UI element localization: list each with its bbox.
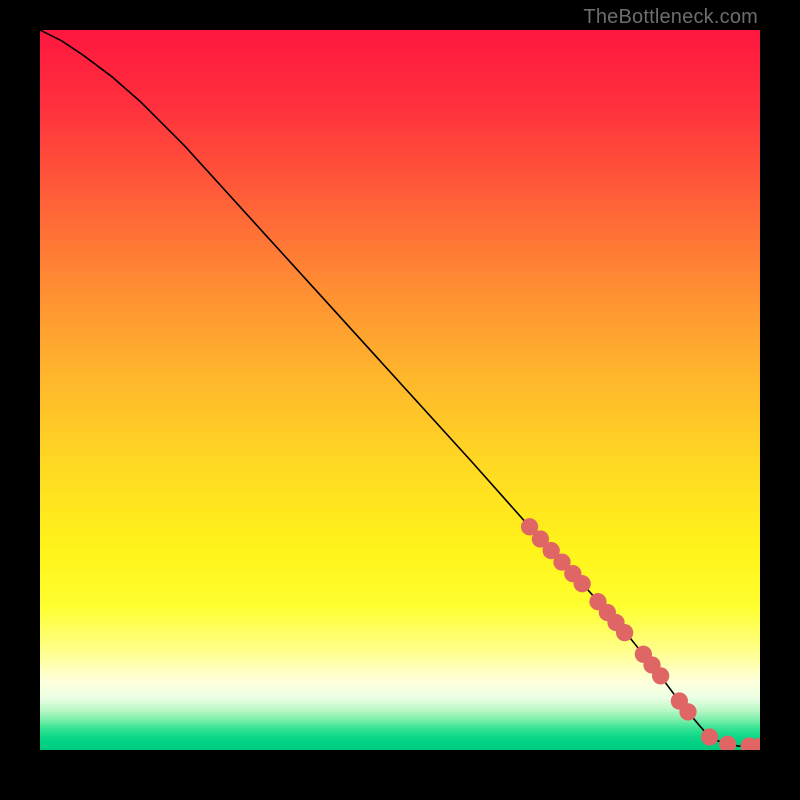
data-marker — [574, 575, 591, 592]
watermark-text: TheBottleneck.com — [583, 6, 758, 29]
data-marker — [616, 624, 633, 641]
data-marker — [701, 728, 718, 745]
data-marker — [679, 703, 696, 720]
data-marker — [652, 667, 669, 684]
chart-frame: TheBottleneck.com — [0, 0, 800, 800]
chart-svg — [40, 30, 760, 750]
plot-area — [40, 30, 760, 750]
bottleneck-curve-path — [40, 30, 760, 746]
marker-group — [521, 518, 760, 750]
data-marker — [719, 736, 736, 750]
